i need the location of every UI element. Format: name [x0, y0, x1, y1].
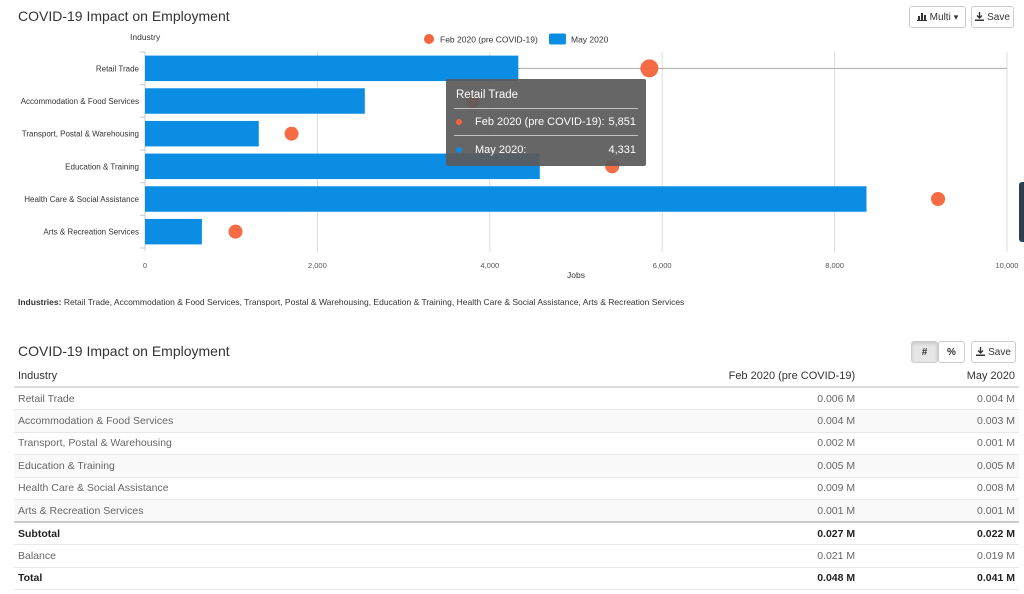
table-title: COVID-19 Impact on Employment	[18, 343, 230, 359]
cell-may: 0.003 M	[859, 409, 1019, 433]
x-tick-label: 6,000	[653, 261, 672, 270]
tooltip-label-feb: Feb 2020 (pre COVID-19):	[475, 116, 605, 128]
tooltip-value-may: 4,331	[608, 144, 636, 156]
tooltip-title: Retail Trade	[456, 89, 519, 101]
tooltip-row-feb: Feb 2020 (pre COVID-19): 5,851	[456, 116, 636, 128]
table-row: Transport, Postal & Warehousing 0.002 M …	[14, 432, 1019, 455]
header-may-2020[interactable]: May 2020	[859, 365, 1019, 388]
cell-feb: 0.021 M	[477, 544, 860, 568]
employment-table: Industry Feb 2020 (pre COVID-19) May 202…	[14, 365, 1019, 590]
cell-may: 0.022 M	[859, 521, 1019, 545]
chart-tooltip: Retail Trade Feb 2020 (pre COVID-19): 5,…	[446, 79, 646, 166]
category-label: Education & Training	[65, 162, 139, 171]
side-scroll-handle[interactable]	[1019, 182, 1024, 242]
cell-industry: Balance	[14, 544, 478, 568]
save-label: Save	[988, 346, 1011, 358]
x-tick-label: 2,000	[308, 261, 327, 270]
category-label: Health Care & Social Assistance	[24, 195, 139, 204]
point-feb-retail-trade	[640, 59, 659, 78]
legend-label-may: May 2020	[571, 35, 609, 45]
cell-feb: 0.027 M	[477, 521, 860, 545]
header-industry[interactable]: Industry	[14, 365, 478, 388]
tooltip-label-may: May 2020:	[475, 144, 527, 156]
legend[interactable]: Feb 2020 (pre COVID-19) May 2020	[424, 33, 609, 45]
subtotal-row: Subtotal 0.027 M 0.022 M	[14, 521, 1019, 545]
industries-note: Industries: Retail Trade, Accommodation …	[18, 297, 684, 307]
x-tick-labels: 0 2,000 4,000 6,000 8,000 10,000	[143, 261, 1019, 270]
cell-feb: 0.006 M	[477, 387, 860, 410]
x-tick-label: 10,000	[996, 261, 1019, 270]
download-icon	[976, 346, 986, 358]
cell-feb: 0.002 M	[477, 432, 860, 455]
cell-industry: Retail Trade	[14, 387, 478, 410]
number-view-button[interactable]: #	[911, 341, 938, 363]
tooltip-value-feb: 5,851	[608, 116, 636, 128]
cell-feb: 0.048 M	[477, 567, 860, 590]
table-row: Health Care & Social Assistance 0.009 M …	[14, 477, 1019, 500]
bar-may-arts-recreation-services	[145, 218, 202, 245]
tooltip-row-may: May 2020: 4,331	[456, 144, 636, 156]
legend-marker-may	[549, 33, 566, 45]
category-label: Accommodation & Food Services	[21, 97, 139, 106]
caret-down-icon: ▾	[953, 11, 959, 22]
x-tick-label: 0	[143, 261, 147, 270]
x-axis-title: Jobs	[567, 270, 585, 280]
cell-industry: Transport, Postal & Warehousing	[14, 432, 478, 455]
cell-may: 0.004 M	[859, 387, 1019, 410]
table-row: Arts & Recreation Services 0.001 M 0.001…	[14, 499, 1019, 523]
x-tick-label: 8,000	[825, 261, 844, 270]
cell-may: 0.005 M	[859, 454, 1019, 478]
tooltip-dot-may	[456, 147, 462, 153]
bar-may-accommodation-food-services	[145, 88, 365, 114]
cell-industry: Accommodation & Food Services	[14, 409, 478, 433]
cell-may: 0.019 M	[859, 544, 1019, 568]
tooltip-divider	[454, 108, 638, 109]
legend-marker-feb	[424, 34, 434, 44]
chart-title: COVID-19 Impact on Employment	[18, 8, 230, 24]
balance-row: Balance 0.021 M 0.019 M	[14, 544, 1019, 568]
cell-may: 0.008 M	[859, 477, 1019, 500]
cell-may: 0.041 M	[859, 567, 1019, 590]
download-icon	[975, 11, 985, 23]
save-label: Save	[987, 11, 1010, 23]
percent-view-button[interactable]: %	[938, 341, 965, 363]
table-save-button[interactable]: Save	[971, 341, 1016, 363]
cell-feb: 0.009 M	[477, 477, 860, 500]
multi-label: Multi	[929, 11, 951, 23]
legend-label-feb: Feb 2020 (pre COVID-19)	[440, 35, 538, 45]
bar-chart-icon	[916, 12, 927, 23]
y-axis-title: Industry	[130, 32, 161, 42]
cell-industry: Education & Training	[14, 454, 478, 478]
bar-may-retail-trade	[145, 55, 519, 82]
tooltip-divider	[454, 135, 638, 136]
cell-may: 0.001 M	[859, 499, 1019, 523]
cell-may: 0.001 M	[859, 432, 1019, 455]
cell-industry: Subtotal	[14, 521, 478, 545]
industries-list: Retail Trade, Accommodation & Food Servi…	[63, 297, 685, 307]
category-label: Retail Trade	[96, 64, 140, 73]
table-row: Accommodation & Food Services 0.004 M 0.…	[14, 409, 1019, 433]
table-header-row: Industry Feb 2020 (pre COVID-19) May 202…	[14, 365, 1019, 388]
point-feb-arts-recreation-services	[228, 224, 243, 239]
category-labels: Retail Trade Accommodation & Food Service…	[21, 64, 140, 236]
cell-feb: 0.005 M	[477, 454, 860, 478]
cell-feb: 0.004 M	[477, 409, 860, 433]
category-label: Arts & Recreation Services	[43, 228, 139, 237]
cell-industry: Arts & Recreation Services	[14, 499, 478, 523]
category-label: Transport, Postal & Warehousing	[22, 130, 139, 139]
bar-may-transport-postal-warehousing	[145, 120, 259, 147]
bar-may-health-care-social-assistance	[145, 186, 867, 212]
table-row: Retail Trade 0.006 M 0.004 M	[14, 387, 1019, 410]
total-row: Total 0.048 M 0.041 M	[14, 567, 1019, 590]
table-row: Education & Training 0.005 M 0.005 M	[14, 454, 1019, 478]
industries-prefix: Industries:	[18, 297, 62, 307]
x-tick-label: 4,000	[480, 261, 499, 270]
point-feb-health-care-social-assistance	[931, 192, 946, 206]
tooltip-dot-feb	[456, 119, 462, 125]
cell-industry: Total	[14, 567, 478, 590]
cell-industry: Health Care & Social Assistance	[14, 477, 478, 500]
point-feb-transport-postal-warehousing	[284, 126, 299, 141]
header-feb-2020[interactable]: Feb 2020 (pre COVID-19)	[477, 365, 860, 388]
cell-feb: 0.001 M	[477, 499, 860, 523]
